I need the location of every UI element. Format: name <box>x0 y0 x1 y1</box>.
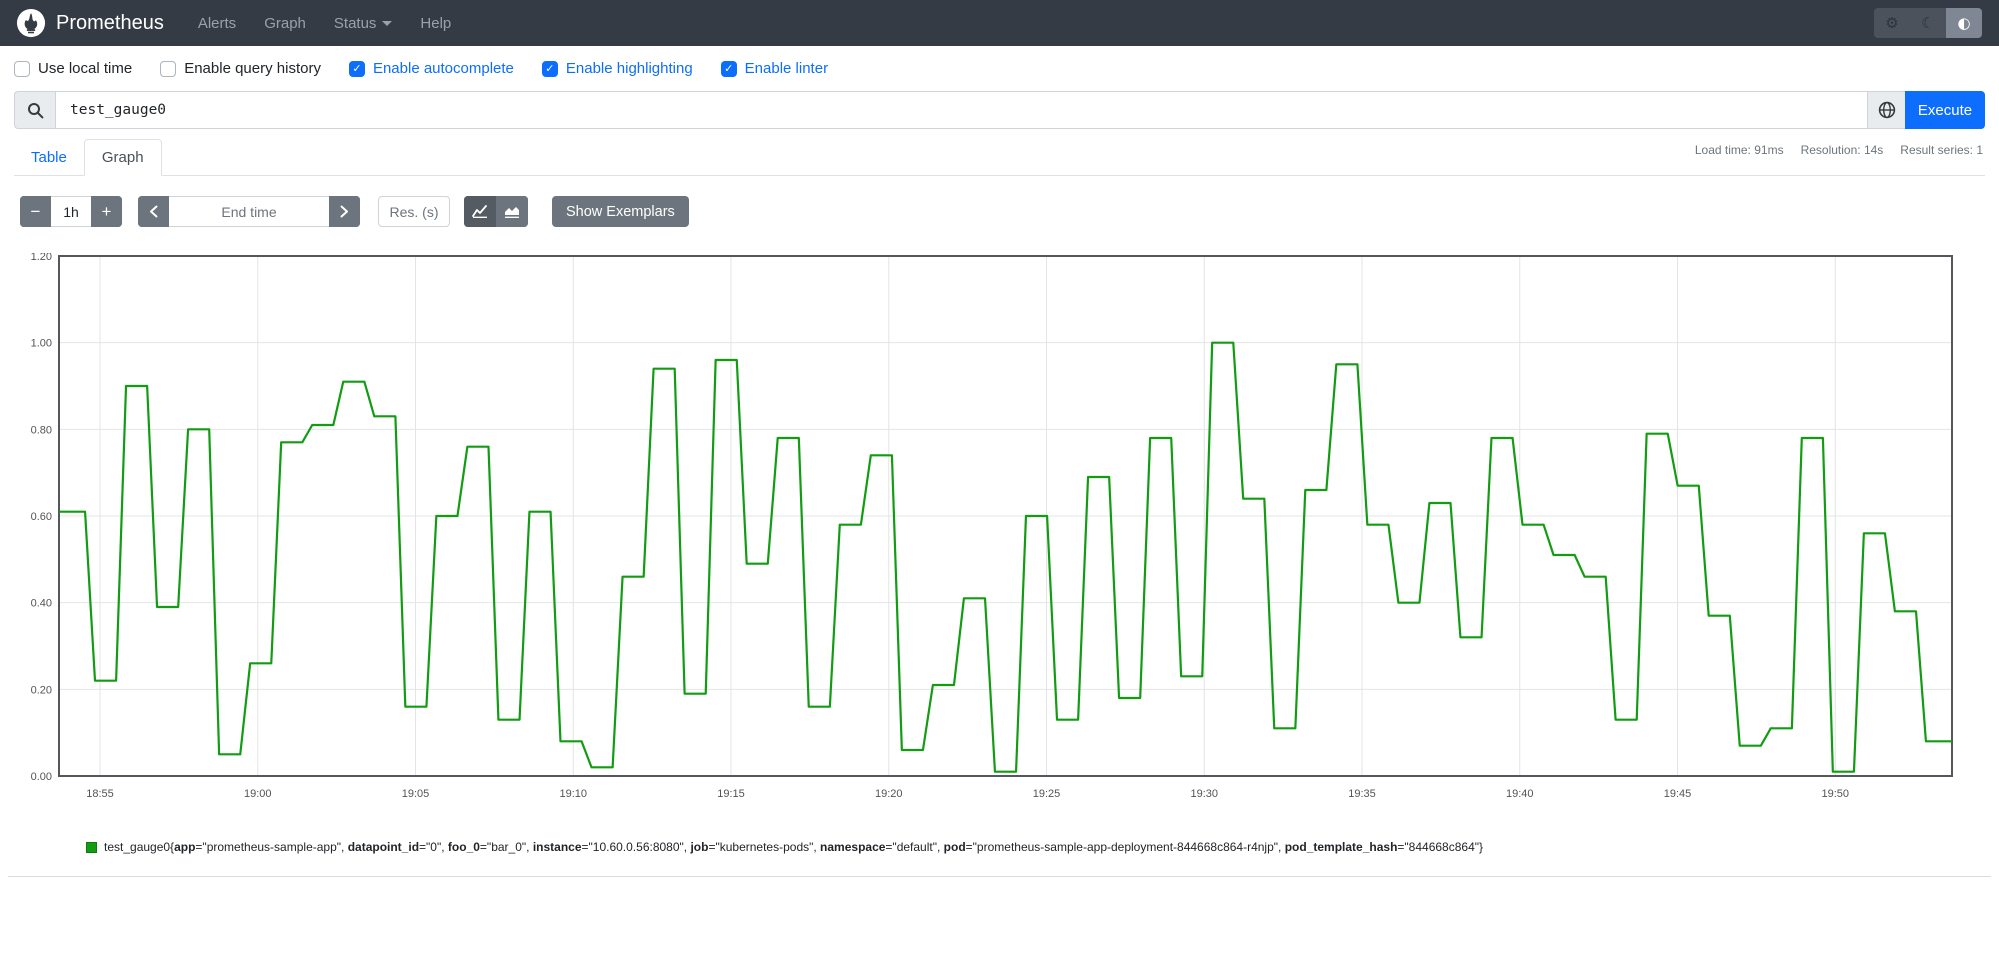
checkbox-icon: ✓ <box>348 60 365 77</box>
series-label-text: test_gauge0{app="prometheus-sample-app",… <box>104 840 1484 854</box>
gear-icon: ⚙ <box>1885 14 1899 32</box>
query-stats: Load time: 91ms Resolution: 14s Result s… <box>1695 143 1983 157</box>
series-legend[interactable]: test_gauge0{app="prometheus-sample-app",… <box>86 840 1999 854</box>
decrease-range-button[interactable]: − <box>20 196 51 227</box>
contrast-icon: ◐ <box>1957 14 1971 32</box>
svg-text:1.20: 1.20 <box>31 253 52 263</box>
svg-text:19:50: 19:50 <box>1821 788 1849 800</box>
search-addon <box>14 91 55 129</box>
svg-text:0.20: 0.20 <box>31 684 52 696</box>
svg-text:19:35: 19:35 <box>1348 788 1376 800</box>
theme-toggle-group: ⚙ ☾ ◐ <box>1874 8 1982 38</box>
line-chart-button[interactable] <box>464 196 496 227</box>
svg-text:19:25: 19:25 <box>1033 788 1061 800</box>
range-control-group: − + <box>20 196 122 227</box>
chevron-left-icon <box>150 205 158 218</box>
chart-type-toggle <box>464 196 528 227</box>
tab-graph[interactable]: Graph <box>83 139 162 176</box>
load-time-stat: Load time: 91ms <box>1694 143 1784 157</box>
globe-icon <box>1878 101 1895 119</box>
graph-controls: − + Show Exemplars <box>20 196 1999 227</box>
panel-bottom-border <box>8 876 1991 877</box>
range-input[interactable] <box>51 196 91 227</box>
options-row: ✓ Use local time ✓ Enable query history … <box>0 46 1999 89</box>
svg-text:19:40: 19:40 <box>1506 788 1534 800</box>
tabs-row: Table Graph Load time: 91ms Resolution: … <box>14 139 1985 176</box>
query-bar: Execute <box>14 91 1985 129</box>
nav-item-help[interactable]: Help <box>420 15 451 32</box>
prometheus-logo-icon[interactable] <box>16 8 46 38</box>
caret-down-icon <box>382 20 393 26</box>
metrics-explorer-button[interactable] <box>1868 91 1906 129</box>
theme-dark-button[interactable]: ☾ <box>1910 8 1946 38</box>
time-forward-button[interactable] <box>329 196 360 227</box>
time-back-button[interactable] <box>138 196 169 227</box>
checkbox-enable-highlighting[interactable]: ✓ Enable highlighting <box>541 60 693 77</box>
line-chart-icon <box>472 205 487 218</box>
checkbox-icon: ✓ <box>160 60 177 77</box>
checkbox-enable-query-history[interactable]: ✓ Enable query history <box>160 60 321 77</box>
nav-item-alerts[interactable]: Alerts <box>198 15 236 32</box>
svg-text:0.60: 0.60 <box>31 511 52 523</box>
svg-text:0.80: 0.80 <box>31 424 52 436</box>
svg-text:1.00: 1.00 <box>31 338 52 350</box>
stacked-chart-button[interactable] <box>496 196 528 227</box>
result-series-stat: Result series: 1 <box>1900 143 1983 157</box>
chevron-right-icon <box>340 205 348 218</box>
nav-links: Alerts Graph Status Help <box>198 15 451 32</box>
checkbox-icon: ✓ <box>541 60 558 77</box>
resolution-stat: Resolution: 14s <box>1800 143 1884 157</box>
moon-icon: ☾ <box>1921 14 1935 32</box>
svg-text:19:45: 19:45 <box>1664 788 1692 800</box>
svg-text:0.00: 0.00 <box>31 771 52 783</box>
svg-text:19:30: 19:30 <box>1190 788 1218 800</box>
svg-text:19:00: 19:00 <box>244 788 272 800</box>
checkbox-icon: ✓ <box>14 60 30 77</box>
navbar: Prometheus Alerts Graph Status Help ⚙ ☾ … <box>0 0 1999 46</box>
app-title: Prometheus <box>56 11 164 34</box>
svg-text:18:55: 18:55 <box>86 788 114 800</box>
svg-text:0.40: 0.40 <box>31 598 52 610</box>
show-exemplars-button[interactable]: Show Exemplars <box>552 196 689 227</box>
theme-auto-button[interactable]: ◐ <box>1946 8 1982 38</box>
checkbox-enable-autocomplete[interactable]: ✓ Enable autocomplete <box>348 60 514 77</box>
theme-light-button[interactable]: ⚙ <box>1874 8 1910 38</box>
search-icon <box>27 102 43 118</box>
svg-text:19:15: 19:15 <box>717 788 745 800</box>
nav-item-graph[interactable]: Graph <box>264 15 306 32</box>
execute-button[interactable]: Execute <box>1905 91 1985 129</box>
svg-text:19:10: 19:10 <box>559 788 587 800</box>
query-input[interactable] <box>55 91 1868 129</box>
svg-text:19:20: 19:20 <box>875 788 903 800</box>
chart-area: 0.00 0.20 0.40 0.60 0.80 1.00 1.20 18:55 19:00 19… <box>14 251 1985 814</box>
svg-text:19:05: 19:05 <box>402 788 430 800</box>
endtime-control-group <box>138 196 360 227</box>
end-time-input[interactable] <box>169 196 329 227</box>
checkbox-use-local-time[interactable]: ✓ Use local time <box>14 60 132 77</box>
nav-item-status[interactable]: Status <box>334 15 393 32</box>
checkbox-enable-linter[interactable]: ✓ Enable linter <box>720 60 828 77</box>
series-color-swatch <box>86 841 97 853</box>
tab-table[interactable]: Table <box>14 140 84 175</box>
area-chart-icon <box>505 207 519 218</box>
resolution-input[interactable] <box>378 196 450 227</box>
graph-canvas[interactable]: 0.00 0.20 0.40 0.60 0.80 1.00 1.20 18:55 19:00 19… <box>14 251 1955 809</box>
increase-range-button[interactable]: + <box>91 196 122 227</box>
checkbox-icon: ✓ <box>720 60 737 77</box>
